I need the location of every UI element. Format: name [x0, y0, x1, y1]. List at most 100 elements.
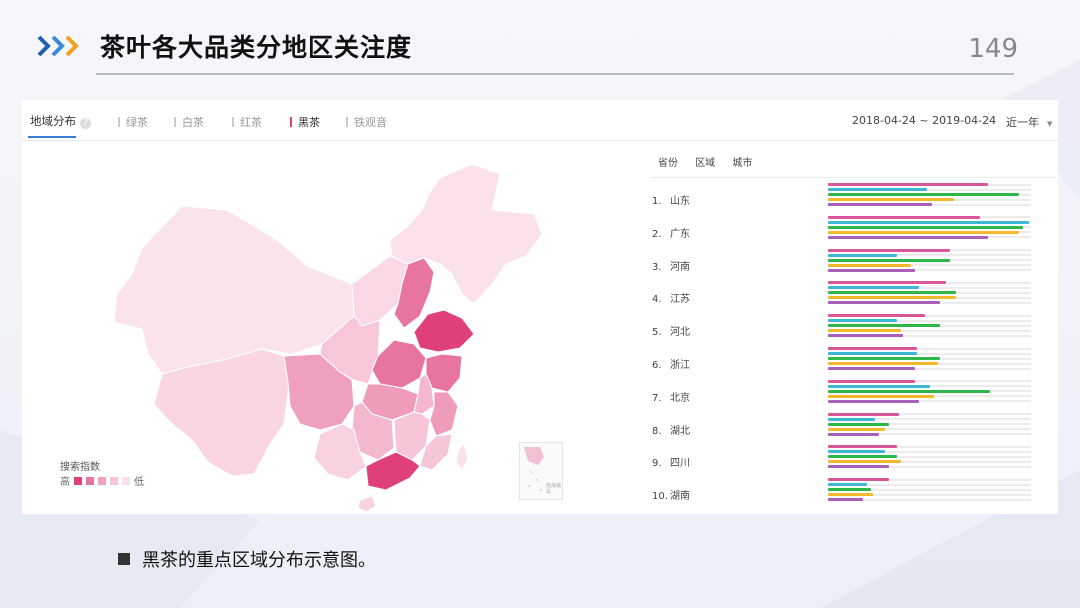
- ranking-row-label: 4. 江苏: [652, 290, 690, 305]
- ranking-bar: [828, 417, 875, 421]
- tab-tieguanyin[interactable]: 铁观音: [346, 114, 387, 130]
- ranking-bar: [828, 498, 863, 502]
- ranking-row[interactable]: 8. 湖北: [652, 410, 1058, 442]
- rank-number: 8.: [652, 425, 662, 437]
- ranking-bar: [828, 488, 871, 492]
- ranking-bar: [828, 215, 980, 219]
- ranking-bar: [828, 291, 956, 295]
- ranking-bars: [828, 475, 1031, 507]
- province-name: 河北: [670, 327, 690, 339]
- ranking-row[interactable]: 10. 湖南: [652, 475, 1058, 507]
- legend-title: 搜索指数: [60, 462, 100, 473]
- tab-green-tea[interactable]: 绿茶: [118, 114, 148, 130]
- map-region-henan[interactable]: [371, 339, 427, 389]
- ranking-row[interactable]: 5. 河北: [652, 311, 1058, 343]
- rank-number: 7.: [652, 392, 662, 404]
- tab-red-tea[interactable]: 红茶: [232, 114, 262, 130]
- ranking-bar: [828, 319, 897, 323]
- map-region-zhejiang[interactable]: [429, 391, 459, 437]
- rank-number: 9.: [652, 458, 662, 470]
- ranking-row-label: 8. 湖北: [652, 422, 690, 437]
- ranking-bar: [828, 427, 885, 431]
- rank-number: 4.: [652, 294, 662, 306]
- tab-label: 黑茶: [298, 116, 320, 129]
- ranking-bar: [828, 478, 889, 482]
- ranking-header-divider: [650, 177, 1056, 178]
- ranking-row-label: 10. 湖南: [652, 487, 690, 502]
- ranking-bar: [828, 422, 889, 426]
- tab-marker: [118, 117, 120, 127]
- ranking-bars: [828, 278, 1031, 310]
- ranking-bar: [828, 203, 932, 206]
- period-select[interactable]: 近一年 ▼: [1006, 114, 1052, 130]
- rank-number: 3.: [652, 261, 662, 273]
- ranking-bar: [828, 193, 1019, 196]
- ranking-bars: [828, 311, 1031, 343]
- province-name: 湖北: [670, 425, 690, 437]
- ranking-bar: [828, 324, 940, 328]
- inset-label: 南海诸岛: [546, 483, 562, 495]
- ranking-bar: [828, 235, 988, 239]
- tab-label: 红茶: [240, 116, 262, 129]
- ranking-bar: [828, 225, 1023, 229]
- ranking-bar: [828, 183, 988, 186]
- tab-city[interactable]: 城市: [732, 158, 752, 169]
- tab-marker: [174, 117, 176, 127]
- map-region-hainan[interactable]: [357, 495, 377, 513]
- ranking-bar: [828, 248, 950, 252]
- map-region-northwest[interactable]: [113, 205, 355, 375]
- ranking-bar: [828, 301, 940, 305]
- header-divider: [96, 73, 1014, 75]
- ranking-row-label: 9. 四川: [652, 454, 690, 469]
- province-name: 河南: [670, 261, 690, 273]
- ranking-bar: [828, 362, 938, 365]
- chevron-arrows-icon: [37, 35, 79, 57]
- ranking-bars: [828, 246, 1031, 278]
- rank-number: 10.: [652, 491, 668, 503]
- slide-header: 茶叶各大品类分地区关注度 149: [0, 0, 1080, 80]
- question-icon[interactable]: ?: [80, 118, 91, 129]
- south-china-sea-inset: 南海诸岛: [519, 442, 563, 500]
- tab-region[interactable]: 区域: [695, 158, 715, 169]
- tab-white-tea[interactable]: 白茶: [174, 114, 204, 130]
- tab-province[interactable]: 省份: [658, 158, 678, 169]
- tab-dark-tea[interactable]: 黑茶: [290, 114, 320, 130]
- ranking-bar: [828, 412, 899, 416]
- ranking-bar: [828, 384, 930, 388]
- legend-swatch: [122, 476, 130, 485]
- province-name: 北京: [670, 392, 690, 404]
- tab-label: 绿茶: [126, 116, 148, 129]
- ranking-row[interactable]: 3. 河南: [652, 246, 1058, 278]
- map-region-taiwan[interactable]: [455, 443, 469, 471]
- slide-title: 茶叶各大品类分地区关注度: [100, 33, 413, 62]
- caption-text: 黑茶的重点区域分布示意图。: [142, 550, 376, 571]
- legend-high-label: 高: [60, 477, 70, 488]
- map-region-shandong[interactable]: [413, 309, 475, 353]
- ranking-row[interactable]: 4. 江苏: [652, 278, 1058, 310]
- tab-marker: [290, 117, 292, 127]
- ranking-bar: [828, 268, 915, 272]
- province-name: 江苏: [670, 294, 690, 306]
- ranking-bar: [828, 394, 934, 398]
- ranking-bar: [828, 367, 915, 370]
- legend-swatch: [86, 476, 94, 485]
- ranking-row[interactable]: 1. 山东: [652, 180, 1058, 212]
- tab-region-distribution[interactable]: 地域分布?: [30, 113, 91, 129]
- ranking-row[interactable]: 9. 四川: [652, 442, 1058, 474]
- ranking-row[interactable]: 2. 广东: [652, 213, 1058, 245]
- ranking-row-label: 7. 北京: [652, 389, 690, 404]
- ranking-bar: [828, 357, 940, 360]
- ranking-bar: [828, 445, 897, 449]
- ranking-bar: [828, 389, 990, 393]
- legend-swatch: [110, 476, 118, 485]
- date-range[interactable]: 2018-04-24 ~ 2019-04-24: [852, 114, 996, 127]
- ranking-row[interactable]: 7. 北京: [652, 377, 1058, 409]
- screenshot-panel: 地域分布? 绿茶 白茶 红茶 黑茶 铁观音 2018-04-24 ~ 2019-…: [22, 100, 1058, 514]
- ranking-bar: [828, 188, 927, 191]
- china-heat-map: [113, 163, 543, 513]
- map-legend: 高 低: [60, 473, 144, 488]
- ranking-bar: [828, 253, 897, 257]
- ranking-row[interactable]: 6. 浙江: [652, 344, 1058, 376]
- ranking-bar: [828, 281, 946, 285]
- province-name: 湖南: [670, 491, 690, 503]
